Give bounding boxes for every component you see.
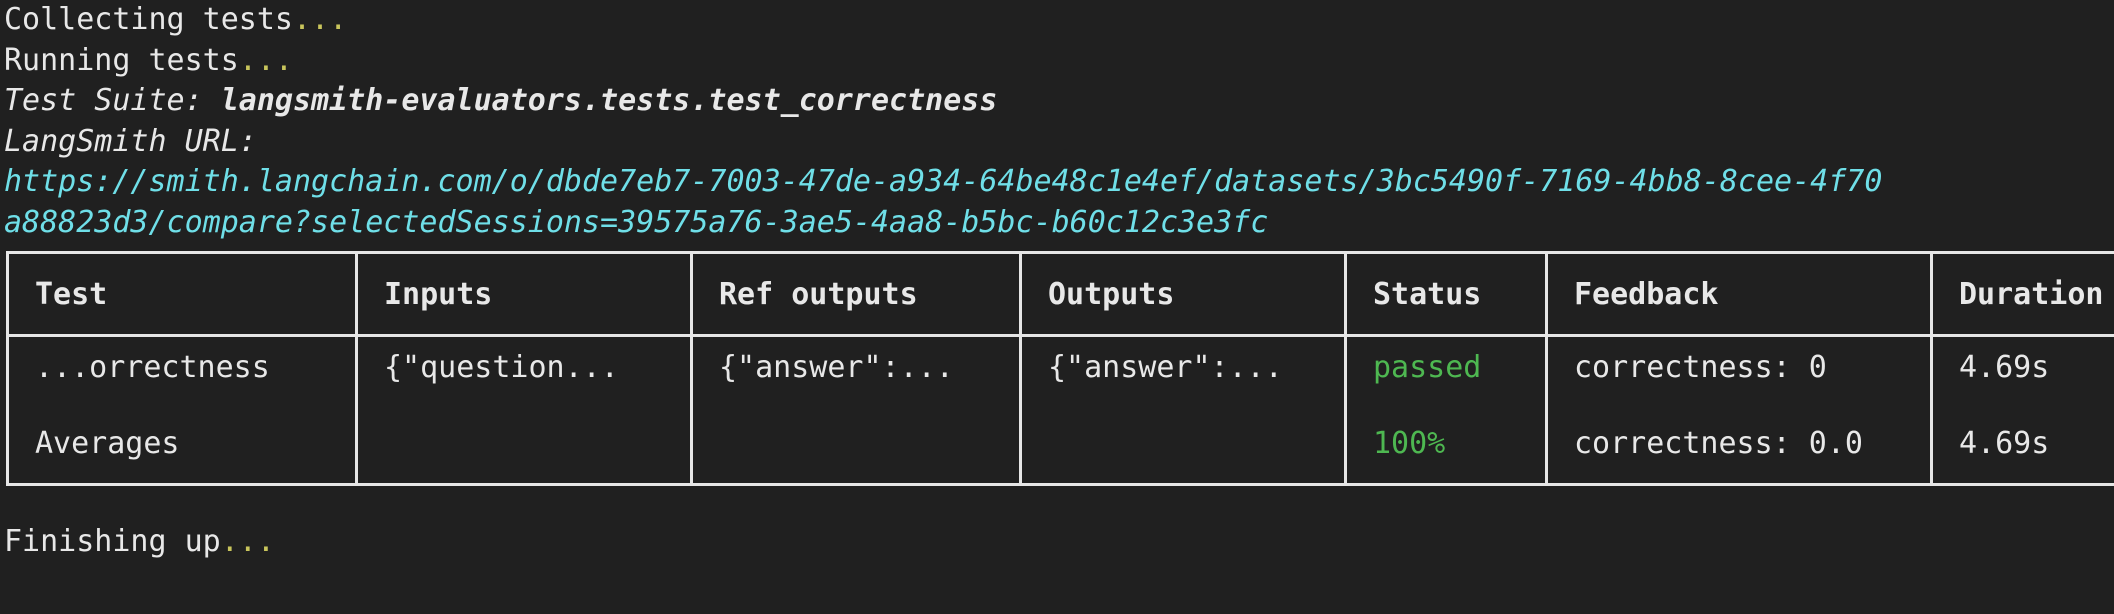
table-header-row: Test Inputs Ref outputs Outputs Status F…	[6, 252, 2114, 336]
table-row-averages: Averages 100% correctness: 0.0 4.69s	[6, 397, 2114, 485]
collecting-ellipsis: ...	[292, 2, 348, 37]
cell-ref-outputs: {"answer":...	[690, 335, 1022, 397]
cell-averages-ref-outputs	[690, 397, 1022, 485]
cell-averages-inputs	[355, 397, 693, 485]
langsmith-url-line-1[interactable]: https://smith.langchain.com/o/dbde7eb7-7…	[0, 162, 2114, 203]
column-header-outputs: Outputs	[1019, 252, 1347, 336]
cell-averages-duration: 4.69s	[1930, 397, 2114, 485]
terminal-output: Collecting tests... Running tests... Tes…	[0, 0, 2114, 614]
column-header-status: Status	[1344, 252, 1548, 336]
running-tests-text: Running tests	[4, 42, 239, 78]
finishing-ellipsis: ...	[220, 524, 275, 559]
cell-averages-outputs	[1019, 397, 1347, 485]
averages-status-percent: 100%	[1344, 397, 1548, 485]
column-header-inputs: Inputs	[355, 252, 693, 336]
results-table-head: Test Inputs Ref outputs Outputs Status F…	[6, 252, 2114, 336]
test-suite-label: Test Suite:	[4, 83, 221, 118]
status-badge: passed	[1344, 335, 1548, 397]
cell-averages-label: Averages	[6, 397, 358, 485]
log-line-running: Running tests...	[0, 41, 2114, 82]
log-line-test-suite: Test Suite: langsmith-evaluators.tests.t…	[0, 81, 2114, 122]
langsmith-url-line-2[interactable]: a88823d3/compare?selectedSessions=39575a…	[0, 203, 2114, 244]
column-header-ref-outputs: Ref outputs	[690, 252, 1022, 336]
results-table-container: Test Inputs Ref outputs Outputs Status F…	[0, 251, 2114, 486]
table-row: ...orrectness {"question... {"answer":..…	[6, 335, 2114, 397]
langsmith-url-label: LangSmith URL:	[4, 123, 257, 159]
cell-test: ...orrectness	[6, 335, 358, 397]
log-line-collecting: Collecting tests...	[0, 0, 2114, 41]
collecting-tests-text: Collecting tests	[4, 2, 293, 37]
cell-duration: 4.69s	[1930, 335, 2114, 397]
finishing-up-text: Finishing up	[4, 524, 221, 559]
test-suite-name: langsmith-evaluators.tests.test_correctn…	[220, 83, 998, 118]
column-header-duration: Duration	[1930, 252, 2114, 336]
running-ellipsis: ...	[238, 42, 293, 78]
log-line-finishing: Finishing up...	[0, 522, 2114, 563]
cell-inputs: {"question...	[355, 335, 693, 397]
cell-averages-feedback: correctness: 0.0	[1545, 397, 1933, 485]
cell-outputs: {"answer":...	[1019, 335, 1347, 397]
column-header-feedback: Feedback	[1545, 252, 1933, 336]
column-header-test: Test	[6, 252, 358, 336]
results-table-body: ...orrectness {"question... {"answer":..…	[6, 335, 2114, 485]
results-table: Test Inputs Ref outputs Outputs Status F…	[6, 251, 2114, 486]
cell-feedback: correctness: 0	[1545, 335, 1933, 397]
